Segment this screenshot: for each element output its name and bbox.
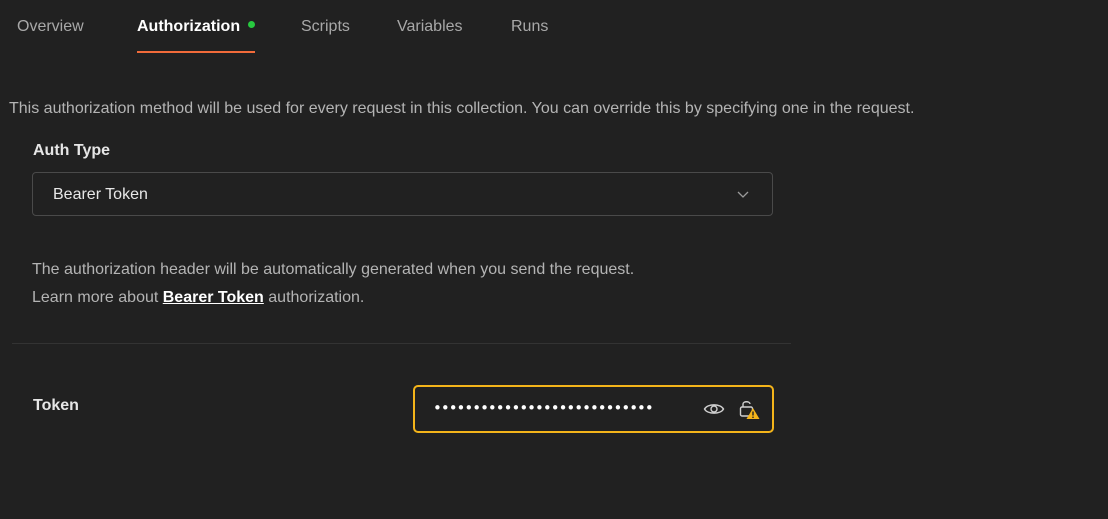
learn-more-suffix: authorization. bbox=[263, 289, 365, 306]
tab-runs[interactable]: Runs bbox=[511, 0, 548, 56]
tab-scripts-label: Scripts bbox=[301, 18, 350, 35]
token-label: Token bbox=[33, 397, 79, 414]
learn-more-prefix: Learn more about bbox=[32, 289, 163, 306]
collection-auth-page: Overview Authorization Scripts Variables… bbox=[0, 0, 1108, 519]
tab-runs-label: Runs bbox=[511, 18, 549, 35]
auth-description: This authorization method will be used f… bbox=[9, 100, 915, 117]
chevron-down-icon bbox=[737, 191, 749, 198]
token-masked-value: •••••••••••••••••••••••••••• bbox=[433, 399, 654, 417]
tab-authorization[interactable]: Authorization bbox=[137, 0, 256, 56]
bearer-token-link[interactable]: Bearer Token bbox=[163, 289, 264, 306]
tab-overview[interactable]: Overview bbox=[17, 0, 84, 56]
auth-info-text: The authorization header will be automat… bbox=[32, 261, 635, 278]
token-input[interactable]: •••••••••••••••••••••••••••• bbox=[413, 385, 774, 433]
tab-variables[interactable]: Variables bbox=[397, 0, 463, 56]
section-divider bbox=[12, 343, 791, 344]
auth-type-selected-value: Bearer Token bbox=[53, 186, 148, 203]
tab-authorization-label: Authorization bbox=[137, 18, 241, 35]
active-tab-indicator bbox=[137, 51, 256, 53]
tab-overview-label: Overview bbox=[17, 18, 84, 35]
lock-warning-icon[interactable] bbox=[738, 398, 760, 420]
auth-type-label: Auth Type bbox=[33, 142, 111, 159]
auth-type-select[interactable]: Bearer Token bbox=[32, 172, 773, 216]
tab-variables-label: Variables bbox=[397, 18, 463, 35]
learn-more-text: Learn more about Bearer Token authorizat… bbox=[32, 289, 364, 307]
tab-scripts[interactable]: Scripts bbox=[301, 0, 350, 56]
eye-icon[interactable] bbox=[703, 400, 725, 418]
status-dot-icon bbox=[248, 21, 256, 29]
